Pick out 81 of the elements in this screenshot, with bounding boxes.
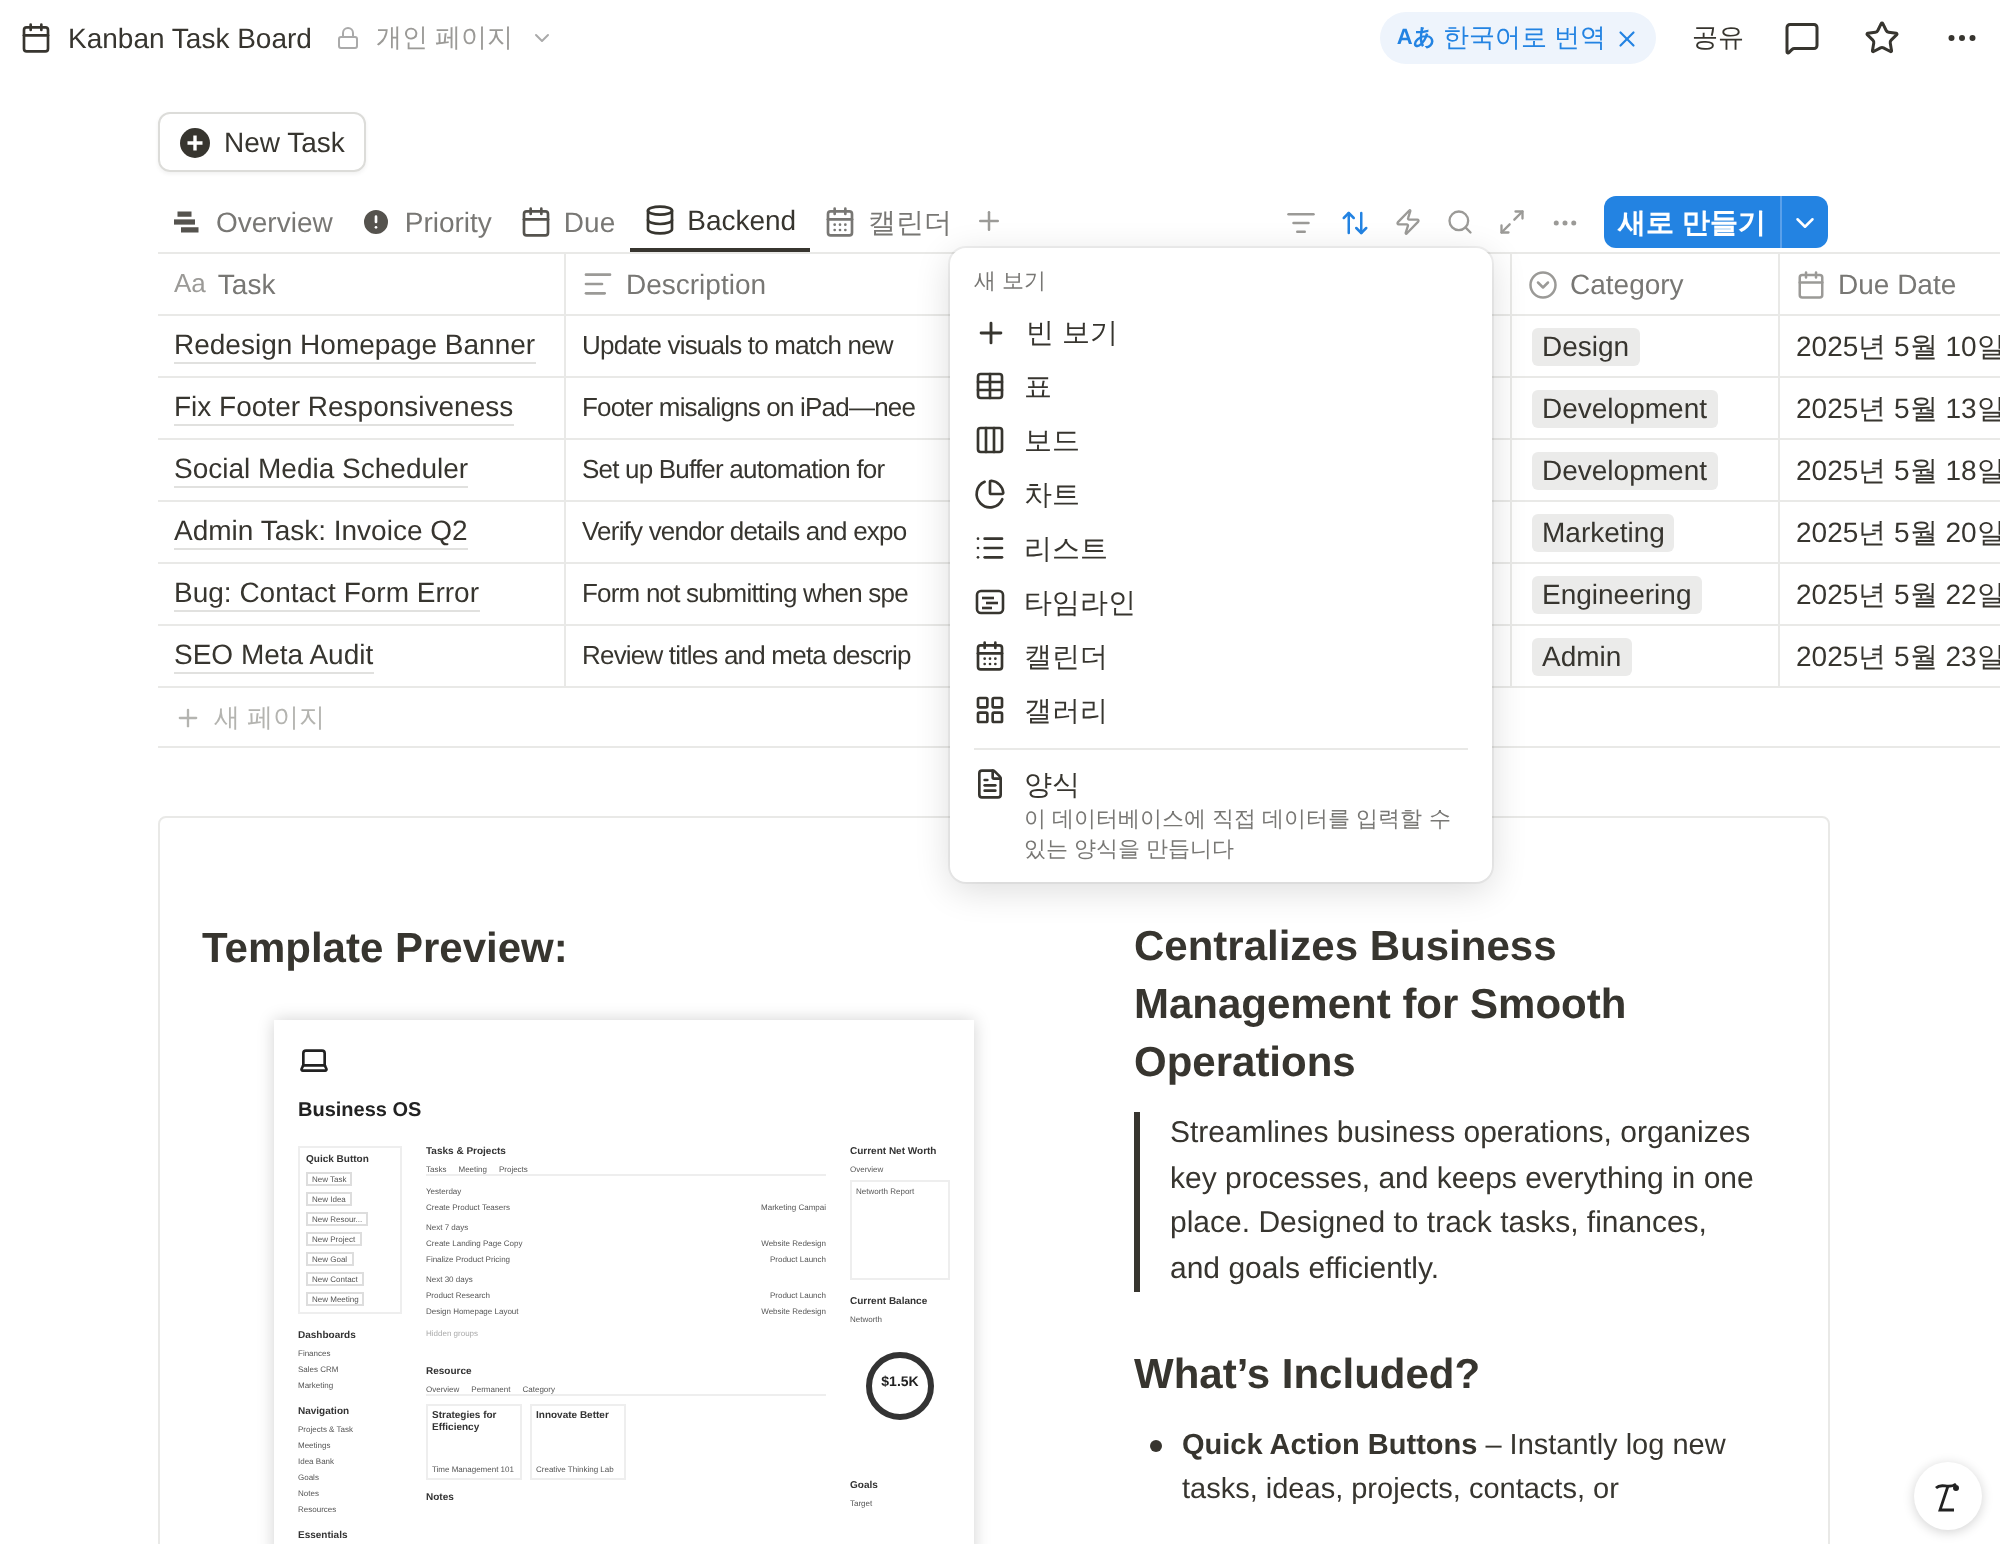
comment-icon[interactable] <box>1784 20 1820 56</box>
table-icon <box>974 370 1006 402</box>
section-heading: What’s Included? <box>1134 1350 1483 1402</box>
board-icon <box>974 424 1006 456</box>
select-icon <box>1528 269 1558 299</box>
section-heading: Centralizes Business Management for Smooth Operations <box>1134 922 1629 1090</box>
menu-item[interactable]: 리스트 <box>958 521 1484 575</box>
add-view-icon[interactable] <box>974 206 1005 236</box>
category-tag: Engineering <box>1532 575 1702 613</box>
close-icon[interactable] <box>1614 25 1640 51</box>
plus-icon <box>174 703 202 731</box>
calendar-icon <box>974 640 1006 672</box>
task-title[interactable]: Social Media Scheduler <box>174 452 469 488</box>
expand-icon[interactable] <box>1498 208 1527 236</box>
section-heading: Template Preview: <box>202 924 570 976</box>
form-icon <box>974 767 1006 799</box>
menu-item[interactable]: 양식 이 데이터베이스에 직접 데이터를 입력할 수 있는 양식을 만듭니다 <box>958 759 1484 869</box>
bullet-icon <box>1150 1439 1162 1451</box>
category-tag: Marketing <box>1532 513 1675 551</box>
plus-circle-icon <box>180 127 210 157</box>
sort-icon[interactable] <box>1340 207 1371 237</box>
column-header[interactable]: Category <box>1512 254 1780 314</box>
database-icon <box>643 204 676 236</box>
preview-title: Business OS <box>298 1097 424 1125</box>
task-title[interactable]: Redesign Homepage Banner <box>174 328 536 364</box>
bullet-text: Quick Action Buttons – Instantly log new tasks, ideas, projects, contacts, or <box>1182 1427 1728 1509</box>
new-task-button[interactable]: New Task <box>158 112 367 172</box>
task-title[interactable]: SEO Meta Audit <box>174 638 374 674</box>
menu-item[interactable]: 차트 <box>958 467 1484 521</box>
category-tag: Admin <box>1532 637 1632 675</box>
category-tag: Development <box>1532 451 1717 489</box>
table-cell-text: Update visuals to match new <box>582 328 893 365</box>
table-cell-text: Review titles and meta descrip <box>582 638 911 675</box>
calendar-icon <box>1796 269 1826 299</box>
category-tag: Design <box>1532 327 1640 365</box>
calendar-icon <box>824 206 857 238</box>
task-title[interactable]: Fix Footer Responsiveness <box>174 390 514 426</box>
text-lines-icon <box>582 268 614 300</box>
table-cell-text: Form not submitting when spe <box>582 576 908 613</box>
view-tab[interactable]: 캘린더 <box>810 192 967 252</box>
view-tab[interactable]: Backend <box>629 192 811 252</box>
lightning-icon[interactable] <box>1394 208 1423 236</box>
menu-heading: 새 보기 <box>972 268 1049 298</box>
task-title[interactable]: Bug: Contact Form Error <box>174 576 479 612</box>
calendar-icon <box>519 206 552 238</box>
menu-item[interactable]: 보드 <box>958 413 1484 467</box>
menu-item[interactable]: 캘린더 <box>958 629 1484 683</box>
column-header[interactable]: Aa Task <box>158 254 566 314</box>
translate-pill[interactable]: Aあ 한국어로 번역 <box>1380 12 1656 64</box>
search-icon[interactable] <box>1446 208 1475 236</box>
laptop-icon <box>298 1043 330 1075</box>
gallery-icon <box>974 694 1006 726</box>
alert-icon <box>360 206 393 238</box>
column-header[interactable]: Due Date <box>1780 254 2000 314</box>
category-tag: Development <box>1532 389 1717 427</box>
help-button[interactable] <box>1914 1462 1982 1530</box>
view-tab[interactable]: Priority <box>346 192 506 252</box>
squiggle-icon <box>1932 1478 1964 1514</box>
view-tab[interactable]: Due <box>505 192 630 252</box>
menu-item[interactable]: 표 <box>958 359 1484 413</box>
calendar-icon <box>20 22 52 54</box>
menu-item[interactable]: 빈 보기 <box>958 305 1484 359</box>
page-title[interactable]: Kanban Task Board <box>68 17 312 59</box>
share-button[interactable]: 공유 <box>1692 18 1744 58</box>
timeline-icon <box>974 586 1006 618</box>
task-title[interactable]: Admin Task: Invoice Q2 <box>174 514 468 550</box>
view-tab[interactable]: Overview <box>158 192 347 252</box>
quote-text: Streamlines business operations, organizes key processes, and keeps everything in one place. Designed to track tasks, finances, and goals efficiently. <box>1170 1114 1754 1289</box>
table-cell-text: Set up Buffer automation for <box>582 452 885 489</box>
table-cell-text: Footer misaligns on iPad—nee <box>582 390 916 427</box>
star-icon[interactable] <box>1864 20 1900 56</box>
filter-icon[interactable] <box>1286 207 1317 237</box>
bars-icon <box>172 208 204 236</box>
title-type-glyph: Aa <box>174 266 206 303</box>
table-cell-text: Verify vendor details and expo <box>582 514 907 551</box>
lock-icon <box>335 26 360 50</box>
menu-item[interactable]: 타임라인 <box>958 575 1484 629</box>
pie-chart-icon <box>974 478 1006 510</box>
menu-item[interactable]: 갤러리 <box>958 683 1484 737</box>
list-icon <box>974 532 1006 564</box>
create-button[interactable]: 새로 만들기 <box>1604 196 1828 248</box>
